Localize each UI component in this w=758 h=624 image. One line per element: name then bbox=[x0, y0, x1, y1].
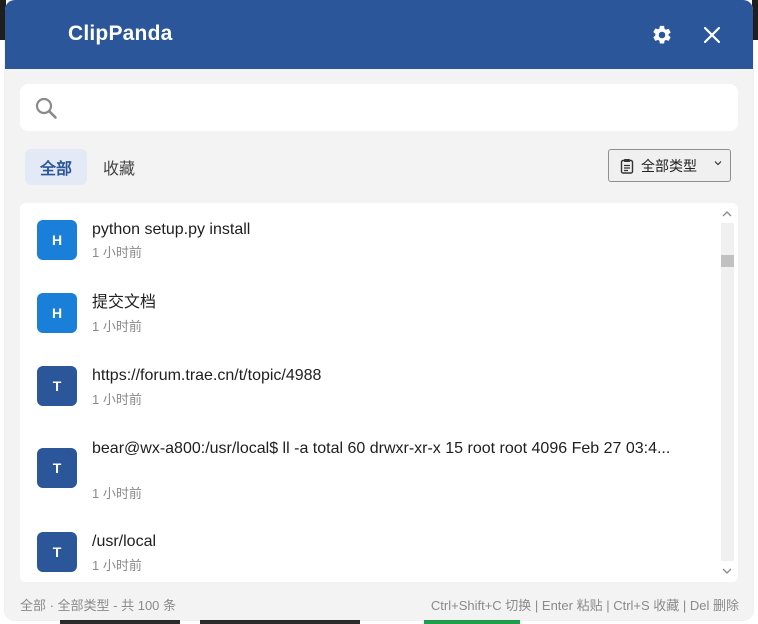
scroll-thumb[interactable] bbox=[721, 255, 734, 267]
clipboard-history-list[interactable]: H python setup.py install 1 小时前 H 提交文档 1… bbox=[20, 203, 738, 582]
list-item[interactable]: T /usr/local 1 小时前 bbox=[20, 515, 715, 582]
title-bar[interactable]: ClipPanda bbox=[5, 0, 753, 69]
shortcut-hints: Ctrl+Shift+C 切换 | Enter 粘贴 | Ctrl+S 收藏 |… bbox=[430, 598, 739, 613]
search-box[interactable] bbox=[20, 84, 738, 131]
scroll-down-arrow-icon[interactable] bbox=[722, 566, 732, 576]
item-time: 1 小时前 bbox=[92, 392, 142, 407]
type-filter-label: 全部类型 bbox=[641, 157, 697, 174]
background-fragment bbox=[424, 620, 520, 624]
item-content: python setup.py install bbox=[92, 221, 251, 238]
status-summary: 全部 · 全部类型 - 共 100 条 bbox=[20, 598, 177, 613]
background-fragment bbox=[200, 620, 360, 624]
type-badge: T bbox=[37, 532, 77, 572]
item-time: 1 小时前 bbox=[92, 319, 142, 334]
type-badge: T bbox=[37, 366, 77, 406]
background-fragment bbox=[60, 620, 180, 624]
clipboard-icon bbox=[620, 158, 634, 174]
item-content: https://forum.trae.cn/t/topic/4988 bbox=[92, 367, 322, 384]
scroll-track[interactable] bbox=[721, 223, 734, 561]
item-content: /usr/local bbox=[92, 533, 157, 550]
type-badge: T bbox=[37, 448, 77, 488]
type-filter-select[interactable]: 全部类型 bbox=[608, 149, 731, 182]
item-time: 1 小时前 bbox=[92, 486, 142, 501]
search-icon bbox=[35, 97, 57, 119]
tab-favorites[interactable]: 收藏 bbox=[91, 149, 147, 185]
item-time: 1 小时前 bbox=[92, 245, 142, 260]
item-content: bear@wx-a800:/usr/local$ ll -a total 60 … bbox=[92, 440, 671, 457]
chevron-down-icon bbox=[714, 161, 722, 166]
list-item[interactable]: T https://forum.trae.cn/t/topic/4988 1 小… bbox=[20, 349, 715, 422]
close-icon bbox=[703, 26, 721, 44]
type-badge: H bbox=[37, 293, 77, 333]
settings-button[interactable] bbox=[645, 18, 679, 52]
list-item[interactable]: H 提交文档 1 小时前 bbox=[20, 276, 715, 349]
scroll-up-arrow-icon[interactable] bbox=[722, 209, 732, 219]
item-content: 提交文档 bbox=[92, 294, 157, 311]
close-button[interactable] bbox=[695, 18, 729, 52]
search-input[interactable] bbox=[72, 92, 726, 124]
tab-all[interactable]: 全部 bbox=[25, 149, 87, 185]
item-time: 1 小时前 bbox=[92, 558, 142, 573]
gear-icon bbox=[653, 25, 671, 44]
app-title: ClipPanda bbox=[68, 22, 173, 45]
vertical-scrollbar[interactable] bbox=[717, 203, 738, 582]
clippanda-window: ClipPanda 全部 收藏 全部类型 H python setup.py i… bbox=[5, 0, 753, 620]
list-item[interactable]: H python setup.py install 1 小时前 bbox=[20, 203, 715, 276]
type-badge: H bbox=[37, 220, 77, 260]
list-item[interactable]: T bear@wx-a800:/usr/local$ ll -a total 6… bbox=[20, 422, 715, 515]
